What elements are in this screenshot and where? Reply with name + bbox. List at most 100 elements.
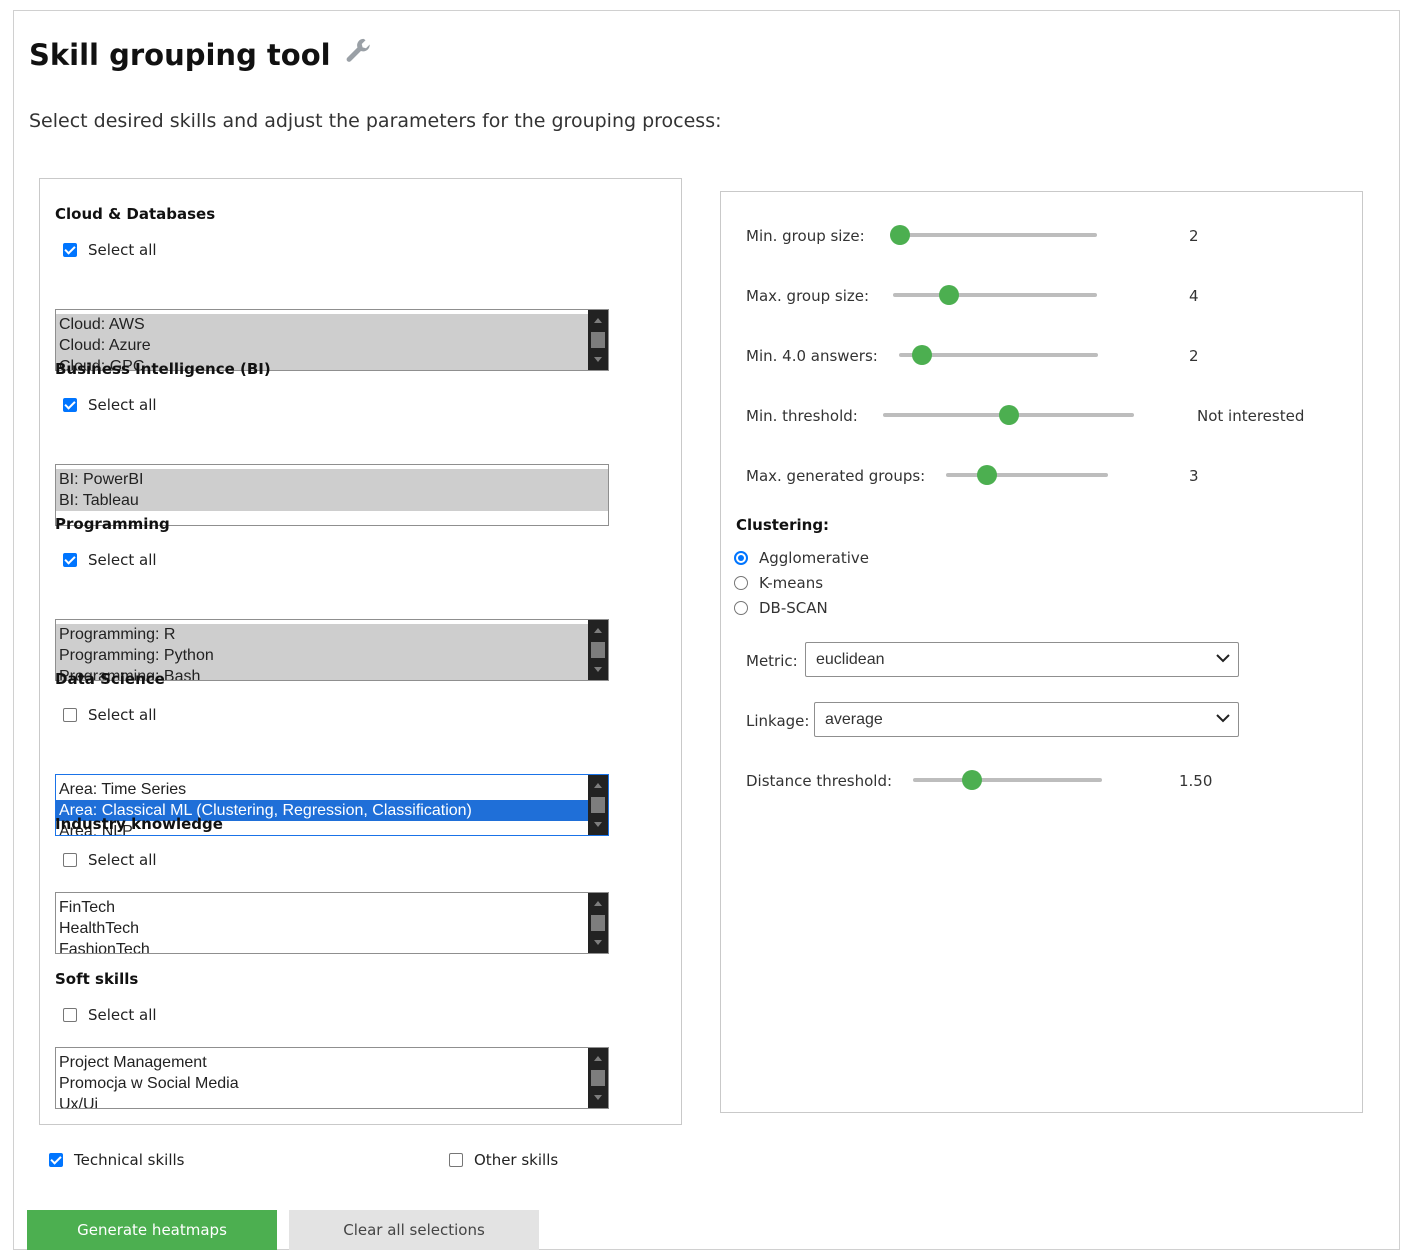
select-all-label: Select all: [88, 706, 157, 724]
select-all-checkbox[interactable]: Select all: [63, 551, 157, 569]
select-all-label: Select all: [88, 1006, 157, 1024]
other-skills-label: Other skills: [474, 1151, 559, 1169]
select-all-label: Select all: [88, 851, 157, 869]
select-all-checkbox[interactable]: Select all: [63, 706, 157, 724]
select-all-label: Select all: [88, 396, 157, 414]
metric-label: Metric:: [746, 652, 798, 670]
generate-heatmaps-button[interactable]: Generate heatmaps: [27, 1210, 277, 1250]
list-option[interactable]: BI: PowerBI: [56, 469, 608, 490]
list-option[interactable]: Cloud: Azure: [56, 335, 588, 356]
page-subtitle: Select desired skills and adjust the par…: [29, 110, 722, 132]
max-group-size-slider[interactable]: [893, 285, 1097, 305]
max-group-size-value: 4: [1189, 287, 1199, 305]
metric-select[interactable]: euclidean: [805, 642, 1239, 677]
radio-label: DB-SCAN: [759, 599, 828, 617]
list-option[interactable]: Cloud: AWS: [56, 314, 588, 335]
scrollbar[interactable]: [588, 620, 608, 680]
list-option[interactable]: FashionTech: [56, 939, 588, 953]
min-threshold-slider[interactable]: [883, 405, 1134, 425]
min-answers-slider[interactable]: [899, 345, 1098, 365]
distance-threshold-value: 1.50: [1179, 772, 1213, 790]
page-title-text: Skill grouping tool: [29, 37, 331, 72]
list-option[interactable]: Programming: Python: [56, 645, 588, 666]
max-generated-groups-value: 3: [1189, 467, 1199, 485]
skills-listbox[interactable]: FinTech HealthTech FashionTech: [55, 892, 609, 954]
select-all-label: Select all: [88, 241, 157, 259]
scrollbar[interactable]: [588, 1048, 608, 1108]
metric-value: euclidean: [816, 651, 885, 668]
list-option[interactable]: Project Management: [56, 1052, 588, 1073]
skills-listbox[interactable]: Project Management Promocja w Social Med…: [55, 1047, 609, 1109]
radio-icon[interactable]: [734, 551, 748, 565]
group-title: Programming: [55, 515, 170, 533]
max-generated-groups-slider[interactable]: [946, 465, 1108, 485]
min-group-size-value: 2: [1189, 227, 1199, 245]
chevron-down-icon: [1216, 654, 1230, 663]
parameters-panel: Min. group size: 2 Max. group size: 4 Mi…: [720, 191, 1363, 1113]
min-answers-label: Min. 4.0 answers:: [746, 347, 878, 365]
checkbox-icon[interactable]: [63, 553, 77, 567]
checkbox-icon[interactable]: [63, 1008, 77, 1022]
slider-thumb[interactable]: [962, 770, 982, 790]
group-title: Soft skills: [55, 970, 139, 988]
slider-thumb[interactable]: [939, 285, 959, 305]
radio-dbscan[interactable]: DB-SCAN: [734, 599, 828, 617]
slider-thumb[interactable]: [998, 405, 1019, 425]
radio-label: Agglomerative: [759, 549, 870, 567]
scrollbar[interactable]: [588, 893, 608, 953]
list-option[interactable]: HealthTech: [56, 918, 588, 939]
linkage-label: Linkage:: [746, 712, 810, 730]
linkage-select[interactable]: average: [814, 702, 1239, 737]
radio-label: K-means: [759, 574, 824, 592]
checkbox-icon[interactable]: [63, 708, 77, 722]
list-option[interactable]: Ux/Ui: [56, 1094, 588, 1108]
skills-panel: Cloud & Databases Select all Cloud: AWS …: [39, 178, 682, 1125]
radio-agglomerative[interactable]: Agglomerative: [734, 549, 869, 567]
page-title: Skill grouping tool: [29, 36, 373, 73]
checkbox-icon[interactable]: [63, 853, 77, 867]
select-all-checkbox[interactable]: Select all: [63, 851, 157, 869]
wrench-icon: [343, 36, 373, 73]
chevron-down-icon: [1216, 714, 1230, 723]
scrollbar[interactable]: [588, 775, 608, 835]
max-generated-groups-label: Max. generated groups:: [746, 467, 926, 485]
select-all-checkbox[interactable]: Select all: [63, 396, 157, 414]
min-answers-value: 2: [1189, 347, 1199, 365]
checkbox-icon[interactable]: [449, 1153, 463, 1167]
min-group-size-slider[interactable]: [890, 225, 1097, 245]
distance-threshold-label: Distance threshold:: [746, 772, 893, 790]
radio-kmeans[interactable]: K-means: [734, 574, 823, 592]
select-all-label: Select all: [88, 551, 157, 569]
list-option[interactable]: FinTech: [56, 897, 588, 918]
technical-skills-label: Technical skills: [74, 1151, 185, 1169]
checkbox-icon[interactable]: [49, 1153, 63, 1167]
clear-selections-button[interactable]: Clear all selections: [289, 1210, 539, 1250]
group-title: Cloud & Databases: [55, 205, 216, 223]
min-group-size-label: Min. group size:: [746, 227, 865, 245]
radio-icon[interactable]: [734, 601, 748, 615]
group-title: Data Science: [55, 670, 165, 688]
technical-skills-checkbox[interactable]: Technical skills: [49, 1151, 184, 1169]
group-title: Business Intelligence (BI): [55, 360, 271, 378]
linkage-value: average: [825, 711, 883, 728]
scrollbar[interactable]: [588, 310, 608, 370]
list-option[interactable]: BI: Tableau: [56, 490, 608, 511]
list-option[interactable]: Programming: R: [56, 624, 588, 645]
slider-thumb[interactable]: [977, 465, 998, 485]
list-option[interactable]: Promocja w Social Media: [56, 1073, 588, 1094]
checkbox-icon[interactable]: [63, 243, 77, 257]
slider-thumb[interactable]: [890, 225, 910, 245]
select-all-checkbox[interactable]: Select all: [63, 241, 157, 259]
clustering-label: Clustering:: [736, 516, 830, 534]
other-skills-checkbox[interactable]: Other skills: [449, 1151, 558, 1169]
group-title: Industry knowledge: [55, 815, 223, 833]
min-threshold-value: Not interested: [1197, 407, 1305, 425]
min-threshold-label: Min. threshold:: [746, 407, 858, 425]
select-all-checkbox[interactable]: Select all: [63, 1006, 157, 1024]
radio-icon[interactable]: [734, 576, 748, 590]
slider-thumb[interactable]: [911, 345, 932, 365]
max-group-size-label: Max. group size:: [746, 287, 870, 305]
distance-threshold-slider[interactable]: [913, 770, 1102, 790]
checkbox-icon[interactable]: [63, 398, 77, 412]
list-option[interactable]: Area: Time Series: [56, 779, 588, 800]
